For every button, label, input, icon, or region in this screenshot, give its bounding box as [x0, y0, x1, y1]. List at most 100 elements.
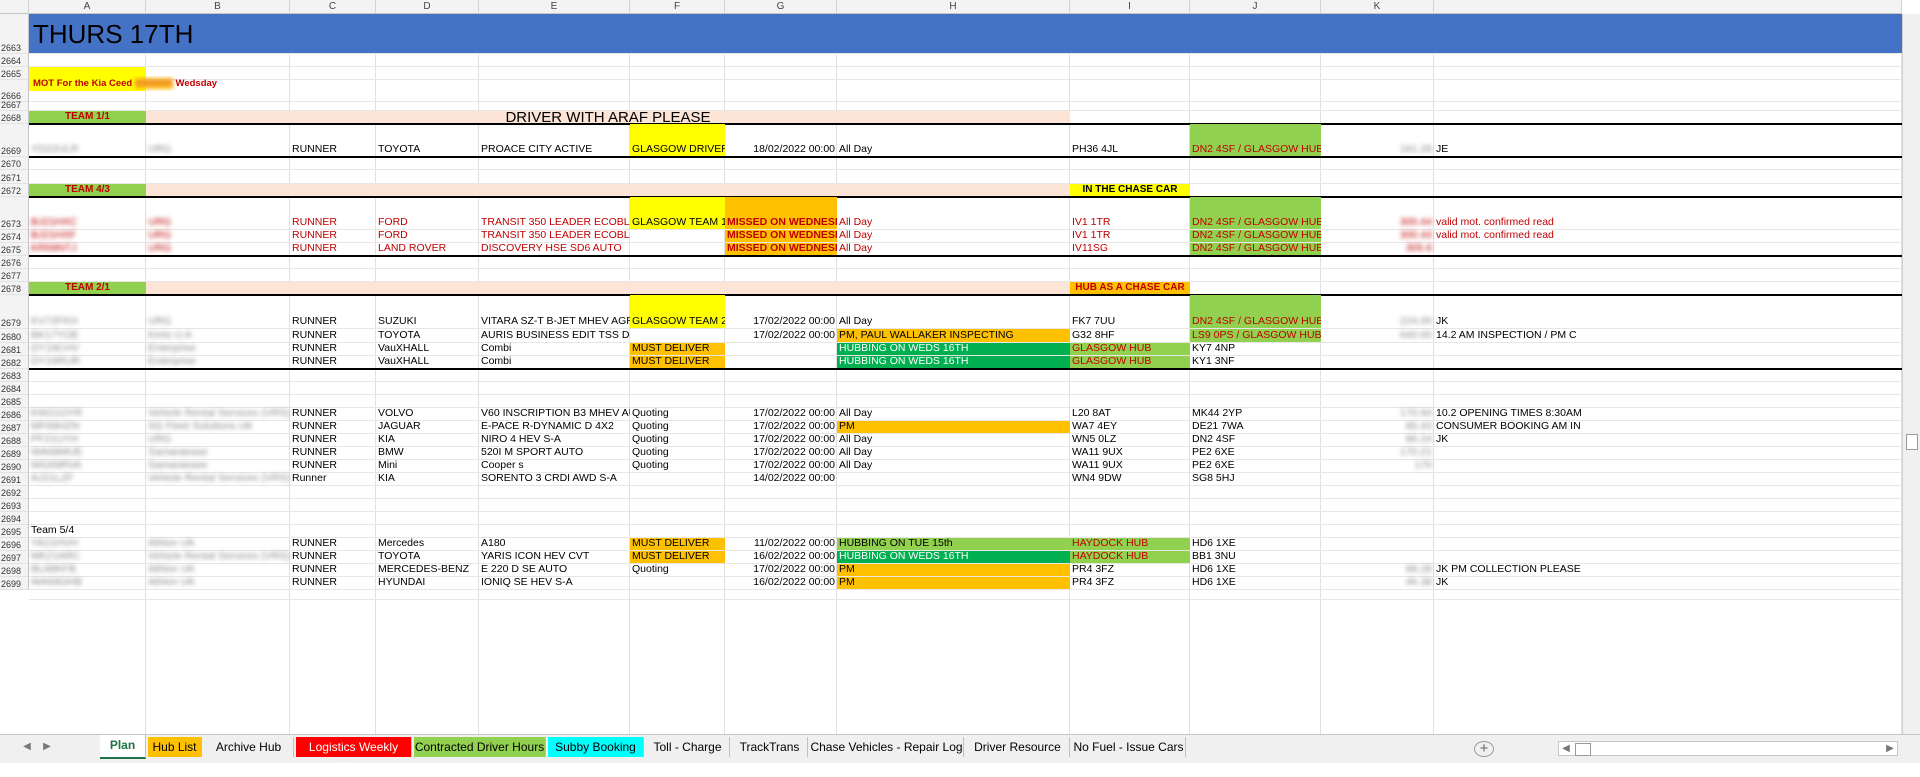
cell-j-2675[interactable]: DN2 4SF / GLASGOW HUB [1190, 241, 1321, 256]
cell-h-2691[interactable] [837, 471, 1070, 486]
cell-i-2679[interactable]: FK7 7UU [1070, 314, 1190, 329]
mot-note[interactable]: MOT For the Kia Ceed XXXXXX Wedsday [31, 76, 291, 91]
cell-c-2675[interactable]: RUNNER [290, 241, 376, 256]
column-header-f[interactable]: F [630, 0, 725, 14]
tab-plan[interactable]: Plan [100, 735, 146, 759]
cell-i-2669[interactable]: PH36 4JL [1070, 142, 1190, 157]
row-header[interactable]: 2676 [0, 256, 29, 269]
cell-k-2679[interactable]: 224.00 [1321, 314, 1434, 329]
cell-h-2679[interactable]: All Day [837, 314, 1070, 329]
vertical-scroll-thumb[interactable] [1906, 434, 1918, 450]
cell-c-2679[interactable]: RUNNER [290, 314, 376, 329]
tab-no-fuel-issue-cars[interactable]: No Fuel - Issue Cars [1072, 737, 1186, 757]
cell-j-2679[interactable]: DN2 4SF / GLASGOW HUB [1190, 314, 1321, 329]
scroll-right-icon[interactable]: ▶ [1883, 741, 1897, 757]
cell-f-2691[interactable] [630, 471, 725, 486]
cell-g-2679[interactable]: 17/02/2022 00:00 [725, 314, 837, 329]
cell-g-2669[interactable]: 18/02/2022 00:00 [725, 142, 837, 157]
vertical-scrollbar[interactable] [1902, 14, 1920, 734]
row-header[interactable]: 2679 [0, 295, 29, 329]
cell-f-2679[interactable]: GLASGOW TEAM 2 [630, 314, 725, 329]
cell-k-2675[interactable]: 305.6 [1321, 241, 1434, 256]
row-header[interactable]: 2672 [0, 184, 29, 197]
cell-k-2682[interactable] [1321, 354, 1434, 369]
cell-i-2682[interactable]: GLASGOW HUB [1070, 354, 1190, 369]
row-header[interactable]: 2687 [0, 421, 29, 434]
tab-contracted-driver-hours[interactable]: Contracted Driver Hours [414, 737, 546, 757]
row-header[interactable]: 2685 [0, 395, 29, 408]
scroll-left-icon[interactable]: ◀ [1559, 741, 1573, 757]
column-header-b[interactable]: B [146, 0, 290, 14]
cell-g-2682[interactable] [725, 354, 837, 369]
cell-i-2675[interactable]: IV11SG [1070, 241, 1190, 256]
row-header[interactable]: 2689 [0, 447, 29, 460]
tab-chase-vehicles-repair-log[interactable]: Chase Vehicles - Repair Log [810, 737, 964, 757]
row-header[interactable]: 2664 [0, 54, 29, 67]
tab-archive-hub[interactable]: Archive Hub [204, 737, 294, 757]
cell-i-2691[interactable]: WN4 9DW [1070, 471, 1190, 486]
cell-j-2669[interactable]: DN2 4SF / GLASGOW HUB [1190, 142, 1321, 157]
row-header[interactable]: 2699 [0, 577, 29, 590]
tab-toll-charge[interactable]: Toll - Charge [646, 737, 730, 757]
cell-d-2699[interactable]: HYUNDAI [376, 575, 479, 590]
cell-l-2691[interactable] [1434, 471, 1902, 486]
tab-hub-list[interactable]: Hub List [148, 737, 202, 757]
row-header[interactable]: 2663 [0, 14, 29, 54]
row-header[interactable]: 2684 [0, 382, 29, 395]
cell-a-2679[interactable]: KV72FKH [29, 314, 146, 329]
cell-h-2699[interactable]: PM [837, 575, 1070, 590]
cell-k-2669[interactable]: 161.28 [1321, 142, 1434, 157]
row-header[interactable]: 2681 [0, 343, 29, 356]
team-2-1-label[interactable]: TEAM 2/1 [29, 282, 146, 294]
cell-h-2682[interactable]: HUBBING ON WEDS 16TH [837, 354, 1070, 369]
row-header[interactable]: 2666 [0, 80, 29, 102]
row-header[interactable]: 2694 [0, 512, 29, 525]
cell-c-2669[interactable]: RUNNER [290, 142, 376, 157]
cell-g-2675[interactable]: MISSED ON WEDNESDAY [725, 241, 837, 256]
row-header[interactable]: 2678 [0, 282, 29, 295]
column-header-k[interactable]: K [1321, 0, 1434, 14]
cell-c-2682[interactable]: RUNNER [290, 354, 376, 369]
row-header[interactable]: 2677 [0, 269, 29, 282]
cell-b-2669[interactable]: URG [146, 142, 290, 157]
cell-g-2699[interactable]: 16/02/2022 00:00 [725, 575, 837, 590]
row-header[interactable]: 2667 [0, 100, 29, 111]
cell-l-2669[interactable]: JE [1434, 142, 1902, 157]
cell-a-2669[interactable]: YD22ULR [29, 142, 146, 157]
column-header-i[interactable]: I [1070, 0, 1190, 14]
cell-e-2691[interactable]: SORENTO 3 CRDI AWD S-A [479, 471, 630, 486]
cell-e-2679[interactable]: VITARA SZ-T B-JET MHEV AGRIP [479, 314, 630, 329]
row-header[interactable]: 2683 [0, 369, 29, 382]
row-header[interactable]: 2675 [0, 243, 29, 256]
column-header-h[interactable]: H [837, 0, 1070, 14]
row-header[interactable]: 2688 [0, 434, 29, 447]
cell-d-2682[interactable]: VauXHALL [376, 354, 479, 369]
cell-j-2682[interactable]: KY1 3NF [1190, 354, 1321, 369]
tab-subby-booking[interactable]: Subby Booking [548, 737, 644, 757]
cell-e-2682[interactable]: Combi [479, 354, 630, 369]
row-header[interactable]: 2674 [0, 230, 29, 243]
row-header[interactable]: 2690 [0, 460, 29, 473]
column-header-blank[interactable] [1434, 0, 1902, 14]
row-header[interactable]: 2697 [0, 551, 29, 564]
cell-b-2675[interactable]: URG [146, 241, 290, 256]
cell-h-2669[interactable]: All Day [837, 142, 1070, 157]
column-header-d[interactable]: D [376, 0, 479, 14]
cell-f-2669[interactable]: GLASGOW DRIVER 1 [630, 142, 725, 157]
cell-c-2691[interactable]: Runner [290, 471, 376, 486]
cell-j-2699[interactable]: HD6 1XE [1190, 575, 1321, 590]
cell-a-2682[interactable]: DY19RUR [29, 354, 146, 369]
row-header[interactable]: 2692 [0, 486, 29, 499]
row-header[interactable]: 2668 [0, 111, 29, 124]
cell-b-2682[interactable]: Enterprise [146, 354, 290, 369]
tab-tracktrans[interactable]: TrackTrans [732, 737, 808, 757]
cell-l-2679[interactable]: JK [1434, 314, 1902, 329]
cell-f-2682[interactable]: MUST DELIVER [630, 354, 725, 369]
column-header-c[interactable]: C [290, 0, 376, 14]
cell-a-2675[interactable]: KR69NTJ [29, 241, 146, 256]
tab-logistics-weekly-data[interactable]: Logistics Weekly Data [296, 737, 412, 774]
row-header[interactable]: 2695 [0, 525, 29, 538]
row-header[interactable]: 2686 [0, 408, 29, 421]
row-header[interactable]: 2693 [0, 499, 29, 512]
day-header-title[interactable]: THURS 17TH [31, 14, 631, 54]
